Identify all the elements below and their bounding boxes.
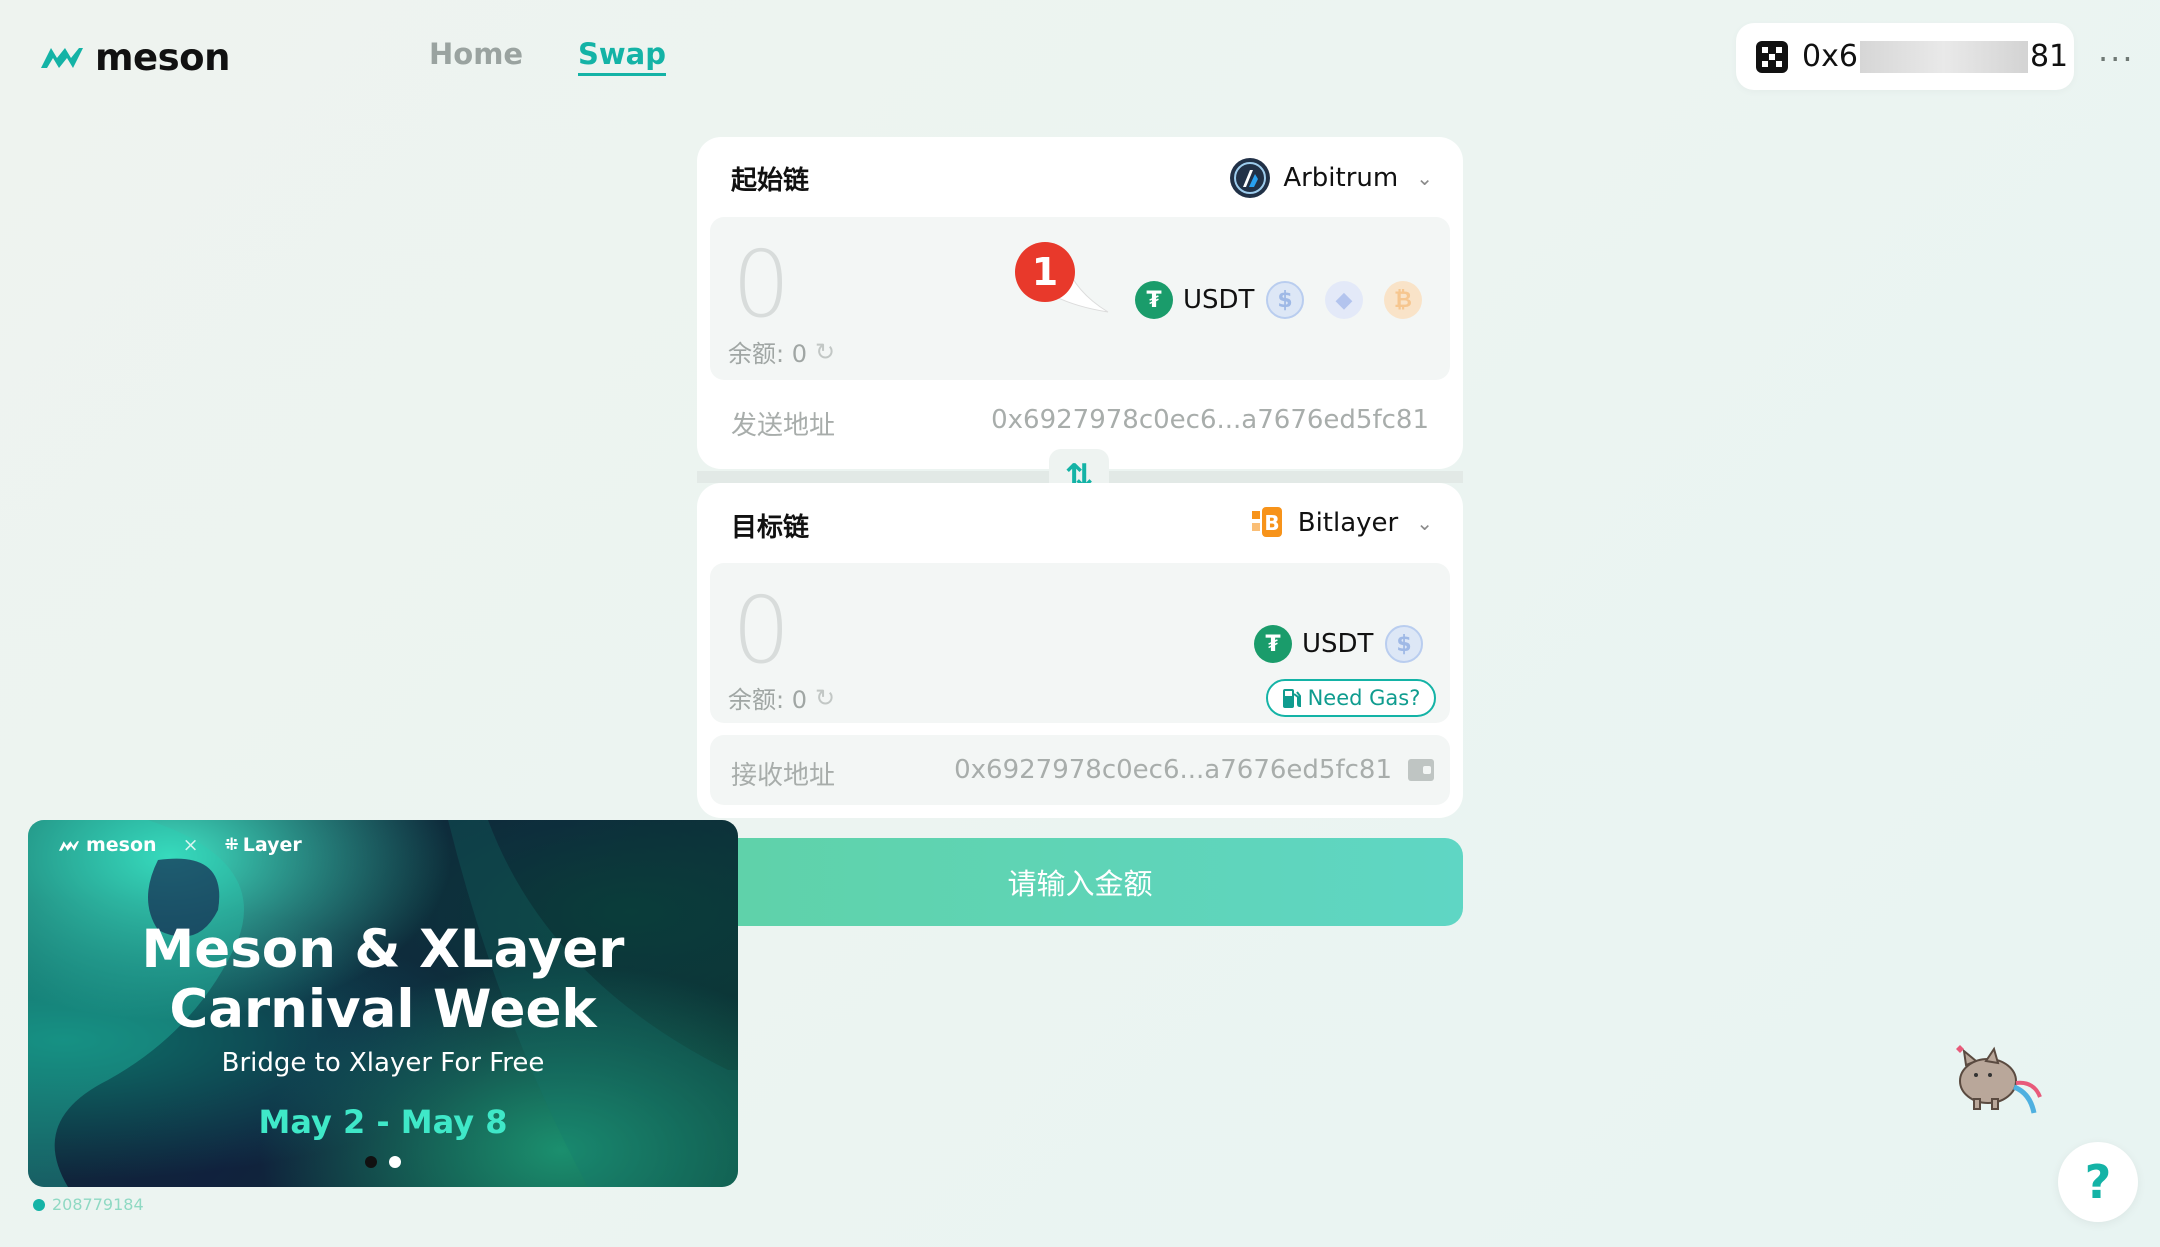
to-balance-label: 余额: 0 <box>728 686 807 714</box>
from-address-label: 发送地址 <box>731 411 836 441</box>
arbitrum-icon <box>1230 158 1271 198</box>
bitlayer-icon: B <box>1251 507 1282 537</box>
nav-home[interactable]: Home <box>429 37 523 71</box>
chevron-down-icon: ⌄ <box>1416 511 1433 535</box>
wallet-address-redaction <box>1859 40 2028 73</box>
okx-wallet-icon <box>1756 40 1788 73</box>
logo-text: meson <box>95 35 230 79</box>
from-chain-name: Arbitrum <box>1283 163 1399 193</box>
from-amount-input[interactable]: 0 <box>732 239 791 331</box>
carousel-dot-1[interactable] <box>365 1156 377 1168</box>
to-balance: 余额: 0 ↻ <box>728 680 835 715</box>
help-button[interactable]: ? <box>2058 1142 2138 1222</box>
to-chain-selector[interactable]: B Bitlayer ⌄ <box>1250 505 1433 541</box>
to-chain-title: 目标链 <box>731 513 810 543</box>
to-chain-card: 目标链 B Bitlayer ⌄ 0 余额: 0 ↻ ₮ USDT $ 接收地址… <box>697 483 1463 818</box>
banner-brands: meson × ⁜ Layer <box>58 834 302 856</box>
banner-title-line1: Meson & XLayer <box>141 919 625 980</box>
to-address-panel: 接收地址 0x6927978c0ec6...a7676ed5fc81 <box>710 735 1450 805</box>
svg-text:B: B <box>1264 511 1279 535</box>
usdt-icon: ₮ <box>1135 281 1173 319</box>
usdc-icon[interactable]: $ <box>1266 281 1304 319</box>
from-chain-selector[interactable]: Arbitrum ⌄ <box>1229 157 1433 199</box>
to-amount-output: 0 <box>732 577 791 684</box>
to-chain-name: Bitlayer <box>1297 508 1399 538</box>
banner-xlayer-label: Layer <box>242 834 302 856</box>
eth-icon[interactable]: ◆ <box>1325 281 1363 319</box>
submit-button[interactable]: 请输入金额 <box>697 838 1463 926</box>
refresh-icon[interactable]: ↻ <box>815 684 835 712</box>
meson-logo-icon <box>41 48 83 68</box>
banner-meson-logo: meson <box>58 834 157 856</box>
banner-title-line2: Carnival Week <box>169 979 597 1040</box>
more-menu-icon[interactable]: ··· <box>2098 40 2135 78</box>
step-badge-number: 1 <box>1032 250 1058 294</box>
banner-xlayer-logo: ⁜ Layer <box>225 834 302 856</box>
need-gas-label: Need Gas? <box>1307 686 1421 710</box>
banner-dates: May 2 - May 8 <box>258 1103 508 1141</box>
chevron-down-icon: ⌄ <box>1416 166 1433 190</box>
wallet-button[interactable]: 0x6 81 <box>1736 23 2074 90</box>
btc-icon[interactable]: ₿ <box>1384 281 1422 319</box>
usdc-icon[interactable]: $ <box>1385 625 1423 663</box>
promo-banner[interactable]: meson × ⁜ Layer Meson & XLayer Carnival … <box>28 820 738 1187</box>
from-balance-label: 余额: 0 <box>728 340 807 368</box>
to-token-name: USDT <box>1302 629 1374 659</box>
to-address-label: 接收地址 <box>731 761 836 791</box>
wallet-address: 0x6 81 <box>1802 39 2068 74</box>
carousel-dot-2[interactable] <box>389 1156 401 1168</box>
from-address: 0x6927978c0ec6...a7676ed5fc81 <box>991 405 1429 435</box>
step-badge-icon: 1 <box>1015 242 1109 313</box>
from-token-selected[interactable]: ₮ USDT <box>1135 281 1254 319</box>
wallet-address-suffix: 81 <box>2029 39 2069 74</box>
meson-logo-icon <box>58 840 80 851</box>
from-token-name: USDT <box>1183 285 1255 315</box>
gas-pump-icon <box>1282 689 1301 708</box>
banner-subtitle: Bridge to Xlayer For Free <box>221 1048 545 1078</box>
wallet-address-prefix: 0x6 <box>1802 39 1858 74</box>
status-dot-icon <box>33 1198 45 1211</box>
need-gas-button[interactable]: Need Gas? <box>1266 679 1436 717</box>
refresh-icon[interactable]: ↻ <box>815 338 835 366</box>
banner-brand-separator: × <box>182 834 199 856</box>
from-chain-title: 起始链 <box>731 166 810 196</box>
block-number: 208779184 <box>52 1195 144 1214</box>
wallet-icon[interactable] <box>1408 759 1434 781</box>
nav-swap[interactable]: Swap <box>578 37 667 76</box>
carousel-dots <box>365 1156 401 1168</box>
banner-meson-label: meson <box>86 834 157 856</box>
to-token-selected[interactable]: ₮ USDT <box>1254 625 1373 663</box>
usdt-icon: ₮ <box>1254 625 1292 663</box>
meson-logo[interactable]: meson <box>39 35 230 79</box>
to-address[interactable]: 0x6927978c0ec6...a7676ed5fc81 <box>954 755 1392 785</box>
block-indicator: 208779184 <box>33 1195 144 1214</box>
xlayer-icon: ⁜ <box>224 835 239 855</box>
banner-title: Meson & XLayer Carnival Week <box>28 920 738 1040</box>
mascot-cat-icon[interactable] <box>1946 1037 2042 1123</box>
from-balance: 余额: 0 ↻ <box>728 334 835 369</box>
